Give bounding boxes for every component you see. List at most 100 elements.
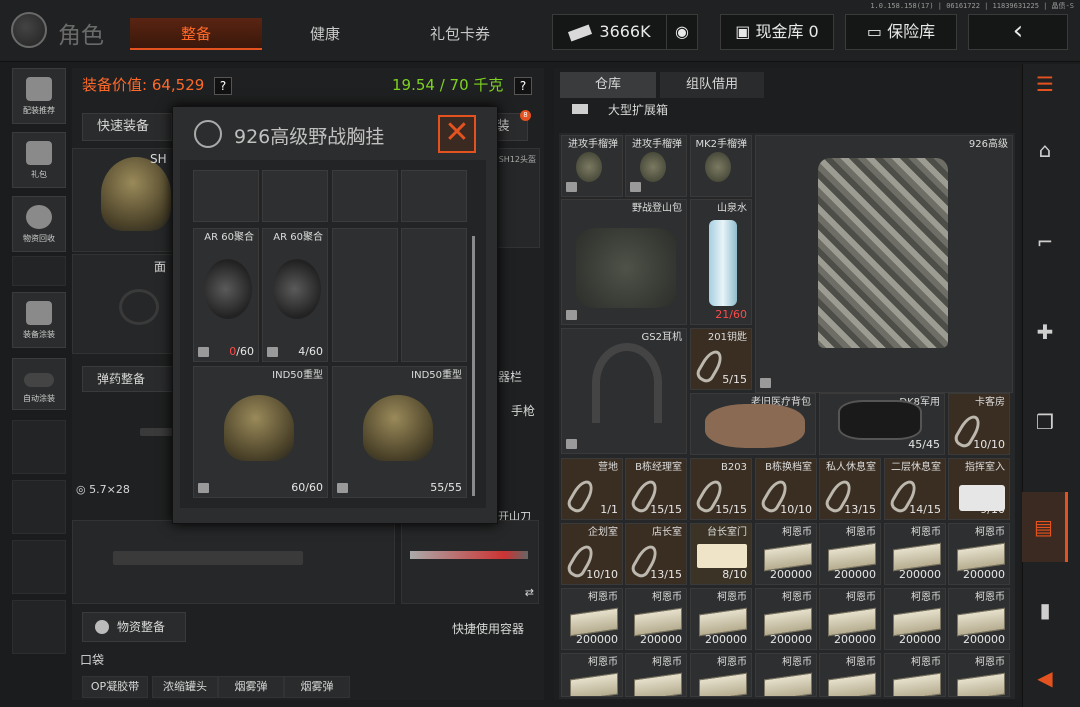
- bag-icon[interactable]: ▤: [1022, 492, 1068, 562]
- grenade-image: [640, 152, 666, 182]
- quick-equip-button[interactable]: 快速装备: [82, 113, 172, 141]
- storage-item[interactable]: B栋换档室 10/10: [755, 458, 817, 520]
- medkit-icon[interactable]: ✚: [1022, 310, 1068, 354]
- gift-icon: [26, 141, 52, 165]
- cash-display[interactable]: 3666K: [552, 14, 668, 50]
- primary-weapon-slot[interactable]: [72, 520, 395, 604]
- popup-item-ind50-2[interactable]: IND50重型 55/55: [332, 366, 467, 498]
- popup-item-ar60-2[interactable]: AR 60聚合 4/60: [262, 228, 328, 362]
- nav-auto-paint[interactable]: 自动涂装: [12, 358, 66, 410]
- empty-slot[interactable]: [262, 170, 328, 222]
- storage-item[interactable]: B栋经理室 15/15: [625, 458, 687, 520]
- nav-gift[interactable]: 礼包: [12, 132, 66, 188]
- storage-item[interactable]: B203 15/15: [690, 458, 752, 520]
- storage-item-money[interactable]: 柯恩币 200000: [625, 588, 687, 650]
- tag-icon: [566, 182, 577, 192]
- toggle-icon[interactable]: [24, 373, 54, 387]
- help-icon[interactable]: ?: [214, 77, 232, 95]
- storage-item[interactable]: GS2耳机: [561, 328, 687, 454]
- storage-item[interactable]: 201钥匙 5/15: [690, 328, 752, 390]
- storage-item-money[interactable]: 柯恩币: [625, 653, 687, 697]
- storage-item-money[interactable]: 柯恩币: [561, 653, 623, 697]
- tab-team-borrow[interactable]: 组队借用: [660, 72, 764, 98]
- empty-slot[interactable]: [193, 170, 259, 222]
- storage-item[interactable]: 指挥室入 9/10: [948, 458, 1010, 520]
- menu-icon[interactable]: ☰: [1022, 62, 1068, 106]
- storage-item-money[interactable]: 柯恩币: [819, 653, 881, 697]
- tag-icon: [630, 182, 641, 192]
- pocket-item[interactable]: OP凝胶带: [82, 676, 148, 698]
- pocket-item[interactable]: 烟雾弹: [284, 676, 350, 698]
- storage-item[interactable]: 卡客房 10/10: [948, 393, 1010, 455]
- popup-scrollbar[interactable]: [472, 236, 475, 496]
- storage-item[interactable]: 老旧医疗背包: [690, 393, 816, 455]
- storage-item-money[interactable]: 柯恩币 200000: [690, 588, 752, 650]
- face-slot[interactable]: [72, 254, 184, 354]
- storage-item[interactable]: 私人休息室 13/15: [819, 458, 881, 520]
- storage-item[interactable]: 台长室门 8/10: [690, 523, 752, 585]
- magazine-image: [204, 259, 252, 319]
- help-icon[interactable]: ?: [514, 77, 532, 95]
- storage-item-money[interactable]: 柯恩币 200000: [948, 588, 1010, 650]
- storage-item[interactable]: 企划室 10/10: [561, 523, 623, 585]
- item-name: 柯恩币: [588, 657, 618, 668]
- storage-item-money[interactable]: 柯恩币 200000: [819, 523, 881, 585]
- insurance-button[interactable]: ▭ 保险库: [845, 14, 957, 50]
- storage-item[interactable]: 野战登山包: [561, 199, 687, 325]
- arrow-icon[interactable]: ◀: [1022, 656, 1068, 700]
- box-icon[interactable]: ❒: [1022, 400, 1068, 444]
- tab-gift-cards[interactable]: 礼包卡券: [395, 18, 525, 50]
- ammo-icon[interactable]: ▮: [1022, 588, 1068, 632]
- storage-item-money[interactable]: 柯恩币 200000: [561, 588, 623, 650]
- storage-item[interactable]: 营地 1/1: [561, 458, 623, 520]
- popup-item-ar60-1[interactable]: AR 60聚合 0/60: [193, 228, 259, 362]
- empty-slot[interactable]: [332, 170, 398, 222]
- nav-gift-label: 礼包: [31, 170, 47, 179]
- rifle-icon[interactable]: ⌐: [1022, 220, 1068, 264]
- tab-warehouse[interactable]: 仓库: [560, 72, 656, 98]
- storage-item[interactable]: DK8军用 45/45: [819, 393, 945, 455]
- storage-item-money[interactable]: 柯恩币 200000: [948, 523, 1010, 585]
- pocket-item[interactable]: 浓缩罐头: [152, 676, 218, 698]
- storage-item-money[interactable]: 柯恩币 200000: [755, 523, 817, 585]
- tag-icon: [566, 310, 577, 320]
- close-button[interactable]: ✕: [438, 115, 476, 153]
- vault-button[interactable]: ▣ 现金库 0: [720, 14, 834, 50]
- helmet-slot-2[interactable]: SH12头盔: [496, 148, 540, 248]
- tab-equip[interactable]: 整备: [130, 18, 262, 50]
- pocket-item[interactable]: 烟雾弹: [218, 676, 284, 698]
- melee-slot[interactable]: ⇄: [401, 520, 539, 604]
- storage-item-money[interactable]: 柯恩币 200000: [884, 523, 946, 585]
- nav-paint[interactable]: 装备涂装: [12, 292, 66, 348]
- storage-item[interactable]: 二层休息室 14/15: [884, 458, 946, 520]
- storage-item-money[interactable]: 柯恩币 200000: [884, 588, 946, 650]
- storage-item-money[interactable]: 柯恩币: [690, 653, 752, 697]
- supply-equip-button[interactable]: 物资整备: [82, 612, 186, 642]
- storage-item[interactable]: 店长室 13/15: [625, 523, 687, 585]
- storage-item-money[interactable]: 柯恩币 200000: [819, 588, 881, 650]
- storage-item[interactable]: MK2手榴弹: [690, 135, 752, 197]
- storage-item-money[interactable]: 柯恩币: [948, 653, 1010, 697]
- home-icon[interactable]: ⌂: [1022, 128, 1068, 172]
- storage-item[interactable]: 进攻手榴弹: [625, 135, 687, 197]
- storage-item-money[interactable]: 柯恩币: [884, 653, 946, 697]
- back-button[interactable]: ‹: [968, 14, 1068, 50]
- storage-item[interactable]: 926高级: [755, 135, 1013, 393]
- storage-item-money[interactable]: 柯恩币: [755, 653, 817, 697]
- nav-recycle[interactable]: 物资回收: [12, 196, 66, 252]
- empty-slot[interactable]: [401, 170, 467, 222]
- storage-item[interactable]: 进攻手榴弹: [561, 135, 623, 197]
- swap-icon[interactable]: ⇄: [525, 586, 534, 599]
- machete-image: [410, 551, 528, 559]
- storage-grid: 进攻手榴弹 进攻手榴弹 MK2手榴弹 926高级 野战登山包 山泉水 21/60 …: [559, 133, 1015, 699]
- support-button[interactable]: ◉: [666, 14, 698, 50]
- nav-loadout[interactable]: 配装推荐: [12, 68, 66, 124]
- storage-item[interactable]: 山泉水 21/60: [690, 199, 752, 325]
- empty-slot[interactable]: [401, 228, 467, 362]
- empty-slot[interactable]: [332, 228, 398, 362]
- popup-item-ind50-1[interactable]: IND50重型 60/60: [193, 366, 328, 498]
- tab-health[interactable]: 健康: [265, 18, 385, 50]
- storage-item-money[interactable]: 柯恩币 200000: [755, 588, 817, 650]
- ammo-equip-button[interactable]: 弹药整备: [82, 366, 178, 392]
- item-count: 60/60: [291, 481, 323, 494]
